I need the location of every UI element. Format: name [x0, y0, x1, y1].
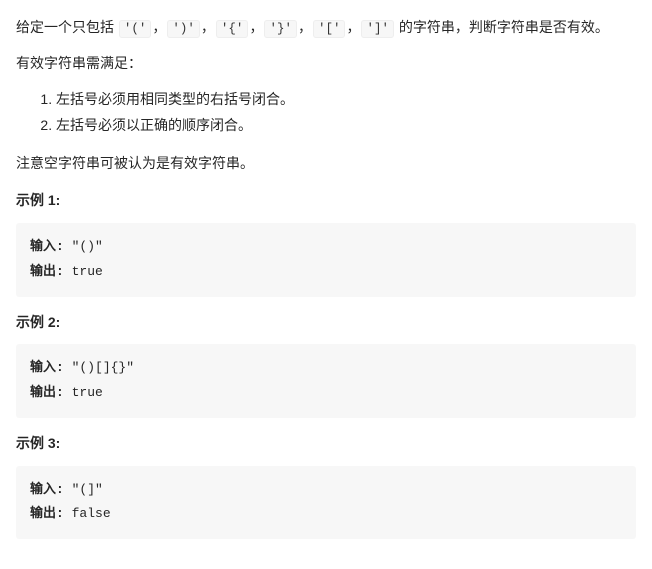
rules-list: 左括号必须用相同类型的右括号闭合。左括号必须以正确的顺序闭合。 [16, 88, 636, 138]
intro-line: 给定一个只包括 '('，')'，'{'，'}'，'['，']' 的字符串，判断字… [16, 16, 636, 40]
output-label: 输出: [30, 506, 64, 521]
example-label: 示例 2: [16, 311, 636, 335]
bracket-char: '(' [119, 20, 152, 38]
output-label: 输出: [30, 385, 64, 400]
input-label: 输入: [30, 360, 64, 375]
bracket-char: '[' [313, 20, 346, 38]
bracket-char: '{' [216, 20, 249, 38]
input-label: 输入: [30, 482, 64, 497]
example-block: 输入: "()" 输出: true [16, 223, 636, 296]
empty-string-note: 注意空字符串可被认为是有效字符串。 [16, 152, 636, 176]
output-label: 输出: [30, 264, 64, 279]
bracket-char: ')' [167, 20, 200, 38]
example-label: 示例 1: [16, 189, 636, 213]
example-block: 输入: "()[]{}" 输出: true [16, 344, 636, 417]
example-label: 示例 3: [16, 432, 636, 456]
input-label: 输入: [30, 239, 64, 254]
valid-requirements-heading: 有效字符串需满足： [16, 52, 636, 76]
rule-item: 左括号必须用相同类型的右括号闭合。 [56, 88, 636, 112]
bracket-char: '}' [264, 20, 297, 38]
example-block: 输入: "(]" 输出: false [16, 466, 636, 539]
rule-item: 左括号必须以正确的顺序闭合。 [56, 114, 636, 138]
bracket-char: ']' [361, 20, 394, 38]
